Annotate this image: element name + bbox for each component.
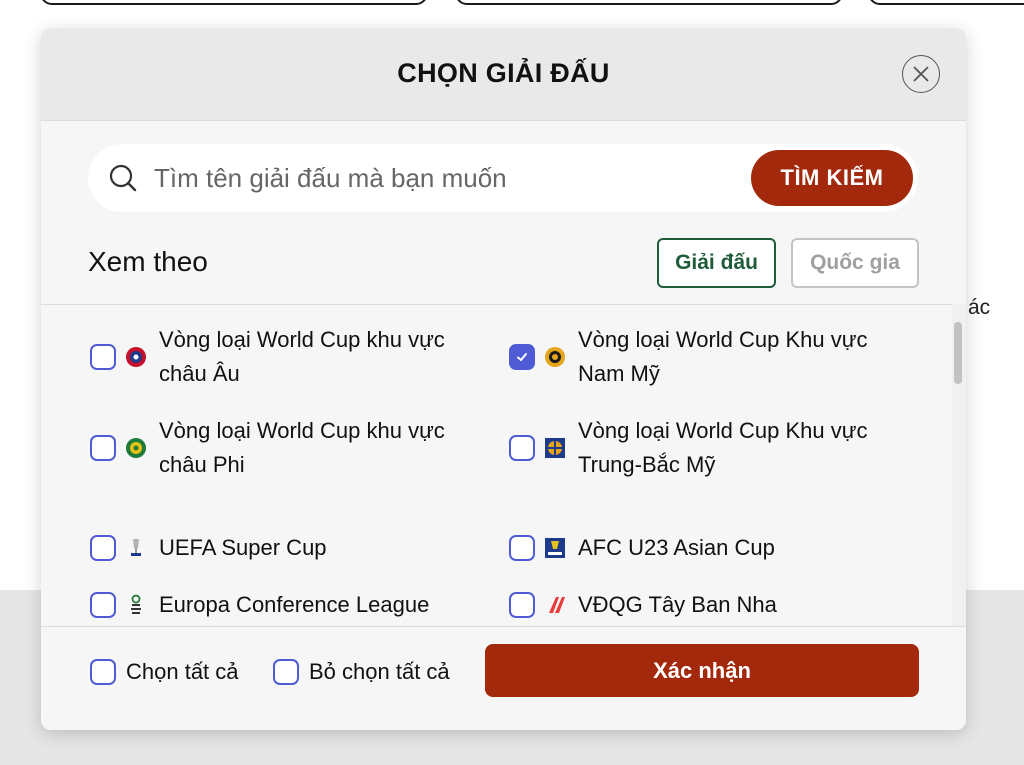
league-picker-modal: CHỌN GIẢI ĐẤU TÌM KIẾM Xem theo Giải đấu… (41, 28, 966, 730)
list-item[interactable]: Europa Conference League (90, 588, 429, 622)
list-scrollbar-thumb[interactable] (954, 322, 962, 384)
background-filter-pill-3 (868, 0, 1024, 5)
deselect-all-option[interactable]: Bỏ chọn tất cả (273, 655, 450, 689)
modal-header: CHỌN GIẢI ĐẤU (41, 28, 966, 121)
list-item[interactable]: UEFA Super Cup (90, 531, 327, 565)
view-by-country-button[interactable]: Quốc gia (791, 238, 919, 288)
laliga-logo-icon (543, 593, 567, 617)
deselect-all-checkbox[interactable] (273, 659, 299, 685)
close-button[interactable] (902, 55, 940, 93)
list-item[interactable]: VĐQG Tây Ban Nha (509, 588, 777, 622)
afc-u23-logo-icon (543, 536, 567, 560)
select-all-label: Chọn tất cả (126, 659, 239, 684)
league-name: Vòng loại World Cup khu vực châu Âu (159, 327, 445, 386)
search-icon (109, 164, 137, 192)
list-item[interactable]: Vòng loại World Cup khu vực châu Phi (90, 414, 489, 482)
league-checkbox[interactable] (509, 435, 535, 461)
league-checkbox[interactable] (509, 535, 535, 561)
deselect-all-label: Bỏ chọn tất cả (309, 659, 450, 684)
league-list: Vòng loại World Cup khu vực châu Âu Vòng… (41, 304, 966, 626)
select-all-checkbox[interactable] (90, 659, 116, 685)
list-item[interactable]: Vòng loại World Cup Khu vực Trung-Bắc Mỹ (509, 414, 908, 482)
view-by-league-button[interactable]: Giải đấu (657, 238, 776, 288)
close-icon (913, 66, 929, 82)
league-checkbox[interactable] (509, 344, 535, 370)
search-input[interactable] (154, 158, 734, 198)
league-checkbox[interactable] (509, 592, 535, 618)
league-checkbox[interactable] (90, 435, 116, 461)
uefa-logo-icon (124, 345, 148, 369)
league-name: AFC U23 Asian Cup (578, 535, 775, 560)
modal-title: CHỌN GIẢI ĐẤU (397, 58, 610, 88)
league-name: Vòng loại World Cup Khu vực Nam Mỹ (578, 327, 868, 386)
modal-footer: Chọn tất cả Bỏ chọn tất cả Xác nhận (41, 626, 966, 730)
league-checkbox[interactable] (90, 592, 116, 618)
list-item[interactable]: Vòng loại World Cup khu vực châu Âu (90, 323, 489, 391)
conference-league-logo-icon (124, 593, 148, 617)
league-name: Vòng loại World Cup khu vực châu Phi (159, 418, 445, 477)
background-partial-text: ác (968, 296, 991, 319)
league-name: Vòng loại World Cup Khu vực Trung-Bắc Mỹ (578, 418, 868, 477)
background-filter-pill-2 (455, 0, 843, 5)
league-name: Europa Conference League (159, 592, 430, 617)
view-by-label: Xem theo (88, 246, 208, 277)
league-checkbox[interactable] (90, 535, 116, 561)
league-name: UEFA Super Cup (159, 535, 327, 560)
uefa-super-cup-trophy-icon (124, 536, 148, 560)
search-bar: TÌM KIẾM (88, 144, 918, 212)
background-filter-pill-1 (40, 0, 428, 5)
select-all-option[interactable]: Chọn tất cả (90, 655, 239, 689)
checkmark-icon (517, 353, 527, 362)
list-item[interactable]: AFC U23 Asian Cup (509, 531, 775, 565)
search-button[interactable]: TÌM KIẾM (751, 150, 913, 206)
league-checkbox[interactable] (90, 344, 116, 370)
confirm-button[interactable]: Xác nhận (485, 644, 919, 697)
conmebol-logo-icon (543, 345, 567, 369)
list-item[interactable]: Vòng loại World Cup Khu vực Nam Mỹ (509, 323, 908, 391)
caf-logo-icon (124, 436, 148, 460)
concacaf-logo-icon (543, 436, 567, 460)
league-name: VĐQG Tây Ban Nha (578, 592, 777, 617)
